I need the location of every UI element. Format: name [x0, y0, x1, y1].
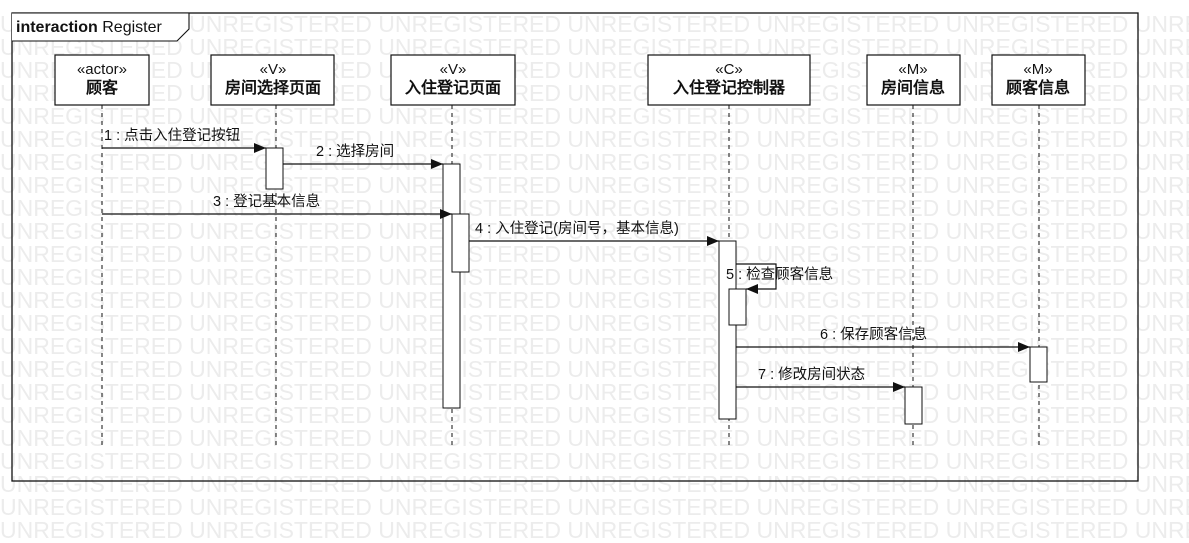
activation-customer-info[interactable]	[1029, 346, 1048, 383]
activation-checkin-page-inner[interactable]	[451, 213, 470, 273]
lifeline-name: 房间选择页面	[225, 78, 321, 97]
message-2[interactable]: 2 : 选择房间	[283, 143, 443, 169]
lifeline-name: 入住登记页面	[405, 78, 501, 97]
message-label: 7 : 修改房间状态	[758, 366, 865, 383]
lifeline-customer[interactable]: «actor» 顾客	[54, 54, 150, 106]
lifeline-checkin-page[interactable]: «V» 入住登记页面	[390, 54, 516, 106]
lifeline-room-select-page[interactable]: «V» 房间选择页面	[210, 54, 335, 106]
frame-name: Register	[102, 19, 162, 36]
message-label: 5 : 检查顾客信息	[726, 266, 833, 283]
lifeline-name: 入住登记控制器	[673, 78, 786, 97]
lifeline-stereotype: «C»	[715, 61, 743, 78]
lifeline-stereotype: «M»	[1023, 61, 1052, 78]
message-label: 4 : 入住登记(房间号，基本信息)	[475, 220, 679, 237]
lifeline-lines	[101, 105, 1040, 447]
frame-keyword: interaction	[16, 19, 98, 36]
lifeline-name: 顾客信息	[1006, 78, 1070, 97]
activation-bars	[265, 147, 1048, 425]
interaction-frame: interaction Register	[11, 12, 1139, 482]
lifeline-name: 顾客	[86, 78, 119, 97]
message-5[interactable]: 5 : 检查顾客信息	[726, 263, 833, 294]
lifeline-stereotype: «V»	[260, 61, 287, 78]
message-3[interactable]: 3 : 登记基本信息	[102, 193, 452, 219]
activation-room-info[interactable]	[904, 386, 923, 425]
sequence-diagram: interaction Register «actor» 顾客 «V» 房间选择…	[11, 12, 1139, 482]
frame-title: interaction Register	[16, 19, 163, 36]
lifeline-customer-info[interactable]: «M» 顾客信息	[991, 54, 1086, 106]
message-7[interactable]: 7 : 修改房间状态	[736, 366, 905, 392]
message-6[interactable]: 6 : 保存顾客信息	[736, 326, 1030, 352]
lifeline-stereotype: «M»	[898, 61, 927, 78]
message-label: 6 : 保存顾客信息	[820, 326, 927, 343]
lifeline-name: 房间信息	[881, 78, 945, 97]
lifeline-stereotype: «actor»	[77, 61, 127, 78]
message-4[interactable]: 4 : 入住登记(房间号，基本信息)	[469, 220, 719, 246]
activation-checkin-page-outer[interactable]	[442, 163, 461, 409]
message-label: 3 : 登记基本信息	[213, 193, 320, 210]
lifeline-checkin-controller[interactable]: «C» 入住登记控制器	[647, 54, 811, 106]
frame-border	[11, 12, 1139, 482]
message-label: 2 : 选择房间	[316, 143, 394, 160]
lifeline-stereotype: «V»	[440, 61, 467, 78]
activation-room-select-page[interactable]	[265, 147, 284, 190]
activation-checkin-controller-inner[interactable]	[728, 288, 747, 326]
message-label: 1 : 点击入住登记按钮	[104, 127, 240, 144]
lifeline-room-info[interactable]: «M» 房间信息	[866, 54, 961, 106]
message-1[interactable]: 1 : 点击入住登记按钮	[102, 127, 266, 153]
